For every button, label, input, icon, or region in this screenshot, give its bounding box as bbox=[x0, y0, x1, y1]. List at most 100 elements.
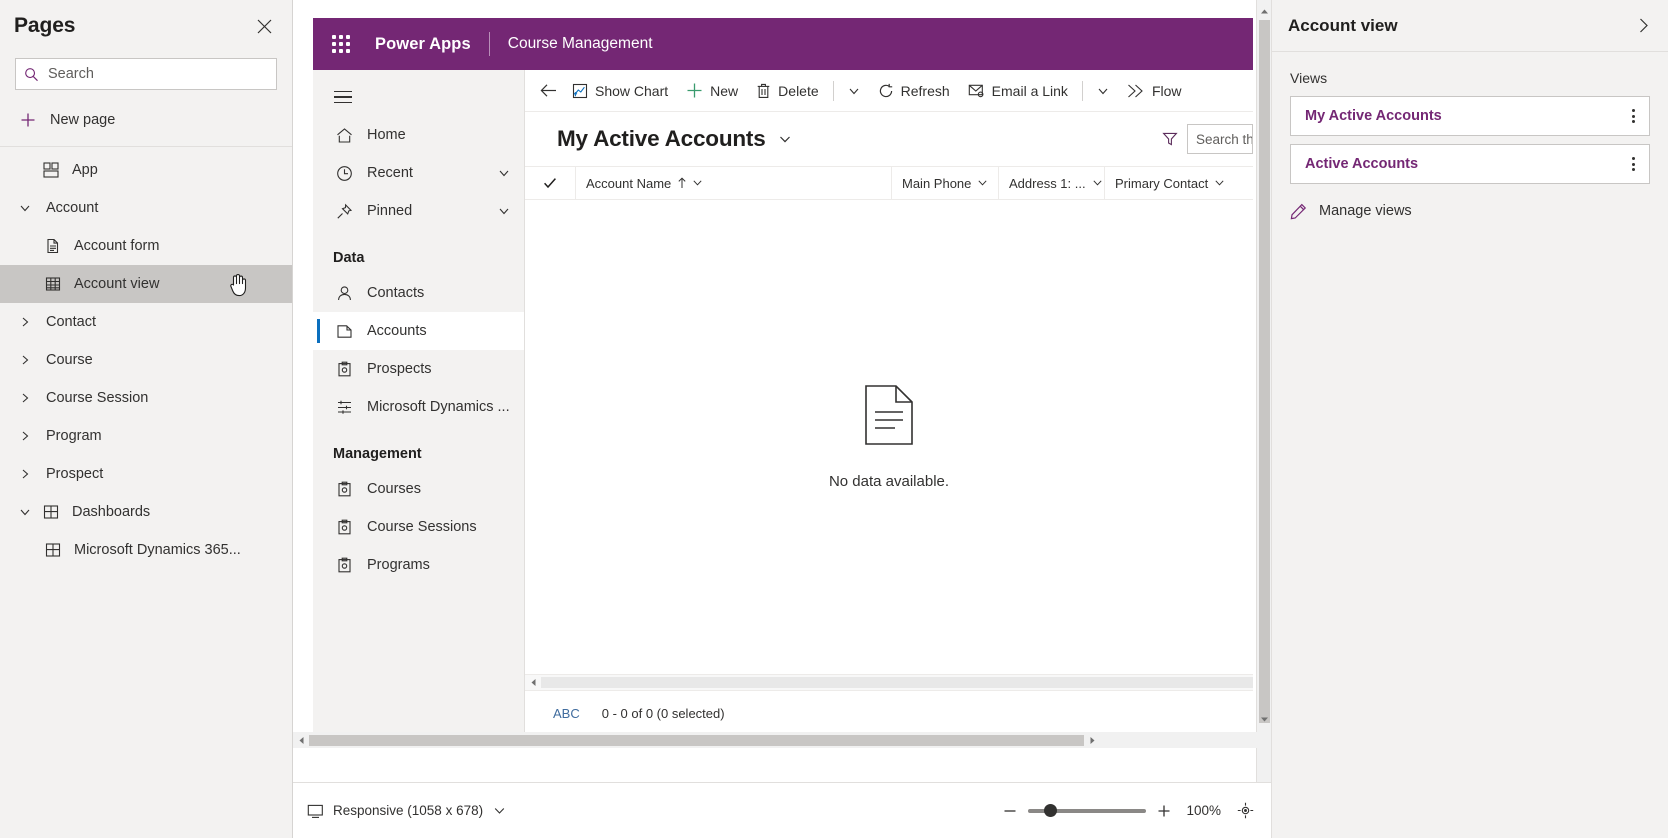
sidebar-item-programs[interactable]: Programs bbox=[313, 546, 524, 584]
filter-funnel-icon[interactable] bbox=[1153, 131, 1187, 147]
more-vertical-icon[interactable] bbox=[1628, 105, 1639, 127]
tree-item-label: Dashboards bbox=[72, 504, 151, 520]
fit-to-screen-icon[interactable] bbox=[1233, 802, 1257, 819]
pin-icon bbox=[333, 203, 355, 220]
chevron-right-icon[interactable] bbox=[1635, 17, 1652, 34]
sidebar-item-microsoft-dynamics[interactable]: Microsoft Dynamics ... bbox=[313, 388, 524, 426]
chevron-down-icon[interactable] bbox=[1214, 176, 1225, 191]
tree-item-dashboards[interactable]: Dashboards bbox=[0, 493, 292, 531]
grid-column-address[interactable]: Address 1: ... bbox=[998, 166, 1104, 200]
grid-column-label: Primary Contact bbox=[1115, 175, 1209, 191]
scroll-down-icon[interactable] bbox=[1257, 710, 1272, 728]
search-icon bbox=[24, 67, 39, 82]
zoom-slider[interactable] bbox=[1028, 803, 1147, 819]
scroll-left-icon[interactable] bbox=[293, 736, 309, 745]
email-link-icon bbox=[968, 83, 985, 98]
sidebar-item-label: Course Sessions bbox=[367, 519, 477, 535]
view-item-active-accounts[interactable]: Active Accounts bbox=[1290, 144, 1650, 184]
sidebar-item-accounts[interactable]: Accounts bbox=[313, 312, 524, 350]
plus-icon bbox=[18, 112, 38, 128]
grid-column-primary-contact[interactable]: Primary Contact bbox=[1104, 166, 1224, 200]
clipboard-icon bbox=[333, 481, 355, 498]
canvas-vertical-scrollbar[interactable] bbox=[1256, 0, 1271, 838]
chevron-down-icon[interactable] bbox=[839, 70, 869, 111]
close-icon[interactable] bbox=[250, 12, 278, 40]
manage-views-button[interactable]: Manage views bbox=[1290, 192, 1650, 230]
tree-item-program[interactable]: Program bbox=[0, 417, 292, 455]
grid-column-label: Main Phone bbox=[902, 175, 972, 191]
chevron-down-icon[interactable] bbox=[12, 506, 38, 518]
hamburger-icon[interactable] bbox=[313, 78, 524, 116]
chevron-right-icon[interactable] bbox=[12, 354, 38, 366]
plus-icon[interactable] bbox=[1152, 804, 1176, 818]
tree-item-prospect[interactable]: Prospect bbox=[0, 455, 292, 493]
chevron-right-icon[interactable] bbox=[12, 316, 38, 328]
scrollbar-thumb[interactable] bbox=[309, 734, 1084, 746]
responsive-size-selector[interactable]: Responsive (1058 x 678) bbox=[307, 803, 506, 819]
view-item-my-active-accounts[interactable]: My Active Accounts bbox=[1290, 96, 1650, 136]
chevron-down-icon[interactable] bbox=[778, 132, 792, 146]
main-content: Show Chart New Delete Refresh Email a Li… bbox=[525, 70, 1253, 736]
checkmark-icon[interactable] bbox=[525, 176, 575, 190]
sidebar-item-recent[interactable]: Recent bbox=[313, 154, 524, 192]
flow-button[interactable]: Flow bbox=[1118, 70, 1191, 111]
chevron-down-icon[interactable] bbox=[977, 176, 988, 191]
tree-item-account[interactable]: Account bbox=[0, 189, 292, 227]
more-vertical-icon[interactable] bbox=[1628, 153, 1639, 175]
pages-panel: Pages New page bbox=[0, 0, 293, 838]
chevron-right-icon[interactable] bbox=[12, 468, 38, 480]
scroll-left-icon[interactable] bbox=[525, 678, 541, 687]
chevron-down-icon[interactable] bbox=[498, 205, 510, 221]
properties-panel-title: Account view bbox=[1288, 15, 1398, 35]
scroll-right-icon[interactable] bbox=[1084, 736, 1100, 745]
chevron-down-icon[interactable] bbox=[1088, 70, 1118, 111]
tree-item-course[interactable]: Course bbox=[0, 341, 292, 379]
slider-knob[interactable] bbox=[1044, 803, 1058, 817]
alpha-filter-abc[interactable]: ABC bbox=[553, 706, 580, 721]
chevron-down-icon[interactable] bbox=[12, 202, 38, 214]
back-arrow-icon[interactable] bbox=[533, 70, 563, 111]
chevron-down-icon[interactable] bbox=[493, 804, 506, 817]
app-name-label: Course Management bbox=[507, 35, 653, 52]
tree-item-contact[interactable]: Contact bbox=[0, 303, 292, 341]
scroll-up-icon[interactable] bbox=[1257, 2, 1272, 20]
new-page-button[interactable]: New page bbox=[0, 100, 292, 140]
tree-item-account-form[interactable]: Account form bbox=[0, 227, 292, 265]
sidebar-item-course-sessions[interactable]: Course Sessions bbox=[313, 508, 524, 546]
waffle-icon[interactable] bbox=[325, 28, 357, 60]
grid-footer: ABC 0 - 0 of 0 (0 selected) bbox=[525, 690, 1253, 736]
tree-item-app[interactable]: App bbox=[0, 151, 292, 189]
tree-item-course-session[interactable]: Course Session bbox=[0, 379, 292, 417]
sidebar-item-home[interactable]: Home bbox=[313, 116, 524, 154]
scrollbar-thumb[interactable] bbox=[1259, 20, 1270, 723]
new-button[interactable]: New bbox=[677, 70, 747, 111]
search-box[interactable] bbox=[15, 58, 277, 90]
grid-column-label: Address 1: ... bbox=[1009, 175, 1086, 191]
sitemap-nav: Home Recent Pinned Data Contacts Account… bbox=[313, 70, 525, 736]
chevron-down-icon[interactable] bbox=[1092, 176, 1103, 191]
delete-button[interactable]: Delete bbox=[747, 70, 827, 111]
dashboard-icon bbox=[40, 542, 66, 558]
tree-item-account-view[interactable]: Account view bbox=[0, 265, 292, 303]
chevron-right-icon[interactable] bbox=[12, 430, 38, 442]
tree-item-dynamics-dashboard[interactable]: Microsoft Dynamics 365... bbox=[0, 531, 292, 569]
grid-search-input[interactable]: Search th bbox=[1187, 124, 1253, 154]
grid-column-account-name[interactable]: Account Name bbox=[575, 166, 891, 200]
scrollbar-track[interactable] bbox=[541, 677, 1253, 688]
email-a-link-button[interactable]: Email a Link bbox=[959, 70, 1077, 111]
search-input[interactable] bbox=[48, 66, 268, 82]
sidebar-item-contacts[interactable]: Contacts bbox=[313, 274, 524, 312]
chevron-down-icon[interactable] bbox=[692, 176, 703, 191]
grid-horizontal-scrollbar[interactable] bbox=[525, 674, 1253, 690]
refresh-button[interactable]: Refresh bbox=[869, 70, 959, 111]
chevron-right-icon[interactable] bbox=[12, 392, 38, 404]
chevron-down-icon[interactable] bbox=[498, 167, 510, 183]
minus-icon[interactable] bbox=[998, 804, 1022, 818]
show-chart-button[interactable]: Show Chart bbox=[563, 70, 677, 111]
sidebar-item-prospects[interactable]: Prospects bbox=[313, 350, 524, 388]
sidebar-item-pinned[interactable]: Pinned bbox=[313, 192, 524, 230]
sidebar-item-courses[interactable]: Courses bbox=[313, 470, 524, 508]
canvas-horizontal-scrollbar[interactable] bbox=[293, 732, 1271, 748]
trash-icon bbox=[756, 83, 771, 99]
grid-column-main-phone[interactable]: Main Phone bbox=[891, 166, 998, 200]
